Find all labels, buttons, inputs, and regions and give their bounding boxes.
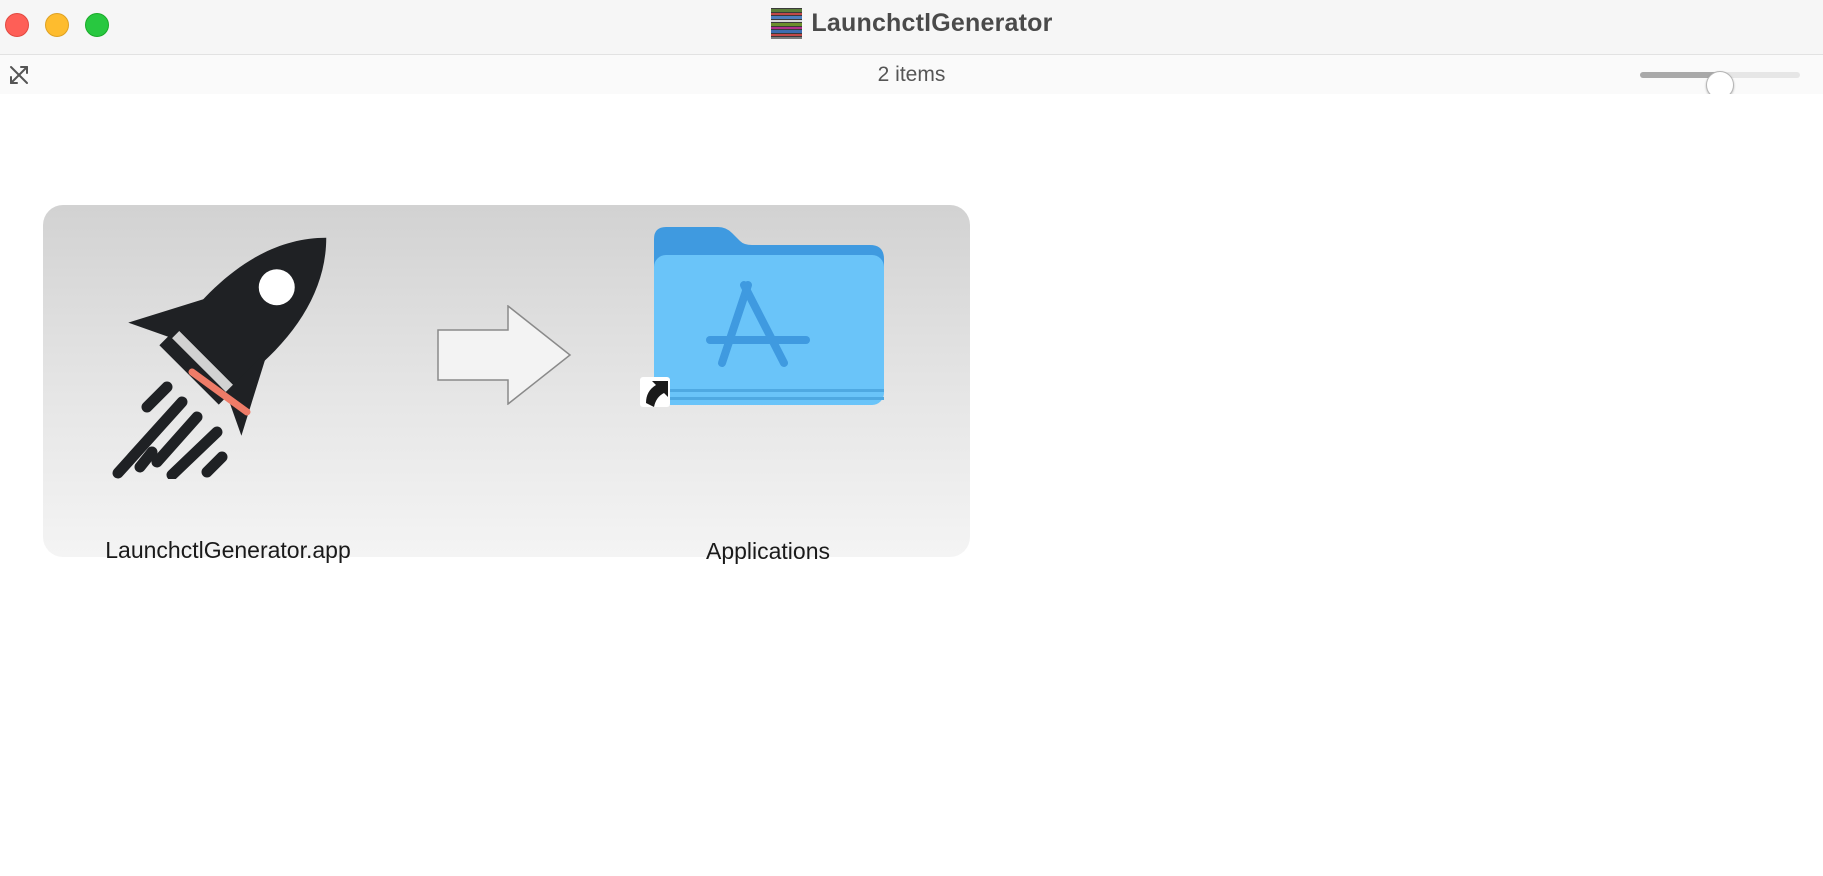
applications-item[interactable]: Applications bbox=[640, 219, 896, 564]
applications-folder-icon bbox=[640, 227, 884, 407]
slider-track[interactable] bbox=[1640, 71, 1800, 99]
app-item-label: LaunchctlGenerator.app bbox=[105, 537, 351, 563]
rocket-app-icon bbox=[112, 237, 327, 479]
item-count: 2 items bbox=[877, 63, 946, 86]
right-arrow-icon bbox=[437, 305, 572, 405]
applications-item-label: Applications bbox=[705, 538, 831, 564]
app-item[interactable]: LaunchctlGenerator.app bbox=[92, 217, 364, 587]
icon-size-slider[interactable] bbox=[1640, 62, 1800, 99]
window-title-group: LaunchctlGenerator bbox=[0, 7, 1823, 40]
window-title: LaunchctlGenerator bbox=[811, 9, 1053, 37]
status-bar: 2 items bbox=[0, 54, 1823, 99]
disk-image-icon bbox=[771, 8, 803, 39]
content-area: LaunchctlGenerator.app Applications bbox=[0, 94, 1823, 876]
finder-window: LaunchctlGenerator 2 items LaunchctlGene… bbox=[0, 0, 1823, 876]
title-bar[interactable]: LaunchctlGenerator bbox=[0, 0, 1823, 54]
